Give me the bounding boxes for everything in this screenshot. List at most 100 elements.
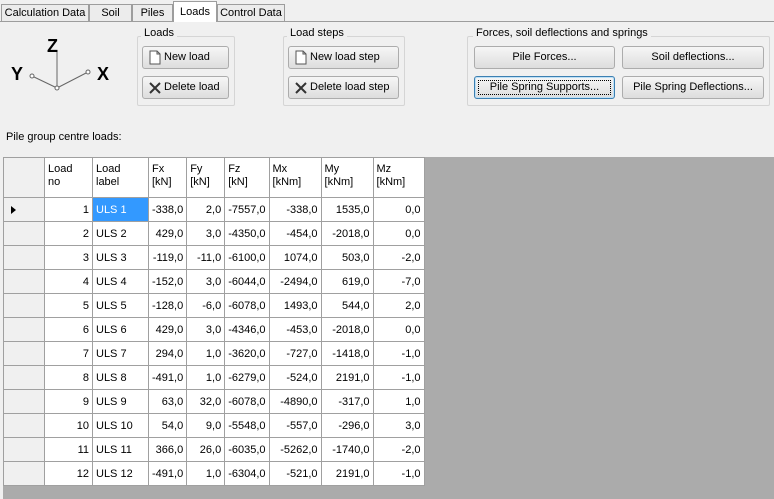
- grid-cell[interactable]: -7557,0: [224, 197, 270, 222]
- grid-cell[interactable]: -6035,0: [224, 437, 270, 462]
- table-row[interactable]: 10 ULS 10 54,0 9,0 -5548,0 -557,0 -296,0 3,0: [3, 413, 425, 438]
- table-row[interactable]: 5 ULS 5 -128,0 -6,0 -6078,0 1493,0 544,0 2,0: [3, 293, 425, 318]
- row-header[interactable]: [3, 389, 45, 414]
- grid-cell[interactable]: -119,0: [147, 245, 188, 270]
- column-header[interactable]: Load no: [44, 157, 93, 198]
- grid-cell[interactable]: ULS 3: [92, 245, 149, 270]
- grid-cell[interactable]: ULS 10: [92, 413, 149, 438]
- grid-cell[interactable]: 3,0: [372, 413, 425, 438]
- grid-cell[interactable]: 3,0: [186, 221, 226, 246]
- grid-cell[interactable]: 63,0: [147, 389, 188, 414]
- grid-cell[interactable]: 1: [44, 197, 93, 222]
- new-load-step-button[interactable]: New load step: [288, 46, 399, 69]
- grid-cell[interactable]: -454,0: [268, 221, 322, 246]
- grid-cell[interactable]: ULS 6: [92, 317, 149, 342]
- grid-cell[interactable]: 3,0: [186, 269, 226, 294]
- grid-cell[interactable]: -453,0: [268, 317, 322, 342]
- grid-cell[interactable]: 1535,0: [320, 197, 374, 222]
- grid-cell[interactable]: -1740,0: [320, 437, 374, 462]
- grid-cell[interactable]: 2191,0: [320, 461, 374, 486]
- grid-cell[interactable]: 619,0: [320, 269, 374, 294]
- grid-cell[interactable]: -338,0: [268, 197, 322, 222]
- grid-cell[interactable]: ULS 1: [92, 197, 149, 222]
- table-row[interactable]: 9 ULS 9 63,0 32,0 -6078,0 -4890,0 -317,0 1,0: [3, 389, 425, 414]
- grid-cell[interactable]: -11,0: [186, 245, 226, 270]
- column-header[interactable]: Mz [kNm]: [372, 157, 425, 198]
- grid-cell[interactable]: 10: [44, 413, 93, 438]
- row-header[interactable]: [3, 269, 45, 294]
- grid-cell[interactable]: -2,0: [372, 245, 425, 270]
- grid-cell[interactable]: 4: [44, 269, 93, 294]
- grid-cell[interactable]: -727,0: [268, 341, 322, 366]
- grid-cell[interactable]: 7: [44, 341, 93, 366]
- pile-forces-button[interactable]: Pile Forces...: [474, 46, 615, 69]
- grid-cell[interactable]: -128,0: [147, 293, 188, 318]
- table-row[interactable]: 4 ULS 4 -152,0 3,0 -6044,0 -2494,0 619,0 -7,0: [3, 269, 425, 294]
- grid-cell[interactable]: 5: [44, 293, 93, 318]
- column-header[interactable]: Fx [kN]: [147, 157, 188, 198]
- grid-cell[interactable]: 26,0: [186, 437, 226, 462]
- grid-cell[interactable]: -491,0: [147, 365, 188, 390]
- tab-calculation-data[interactable]: Calculation Data: [1, 4, 89, 21]
- grid-cell[interactable]: -6100,0: [224, 245, 270, 270]
- table-row[interactable]: 12 ULS 12 -491,0 1,0 -6304,0 -521,0 2191,0 -1,0: [3, 461, 425, 486]
- grid-cell[interactable]: -491,0: [147, 461, 188, 486]
- pile-spring-deflections-button[interactable]: Pile Spring Deflections...: [622, 76, 764, 99]
- grid-cell[interactable]: -6,0: [186, 293, 226, 318]
- grid-cell[interactable]: ULS 7: [92, 341, 149, 366]
- row-header[interactable]: [3, 365, 45, 390]
- row-header[interactable]: [3, 245, 45, 270]
- grid-cell[interactable]: 0,0: [372, 197, 425, 222]
- grid-cell[interactable]: -6078,0: [224, 293, 270, 318]
- loads-grid[interactable]: Load no Load label Fx [kN] Fy [kN] Fz [kN] Mx…: [3, 157, 425, 486]
- grid-cell[interactable]: -6304,0: [224, 461, 270, 486]
- row-header[interactable]: [3, 341, 45, 366]
- column-header[interactable]: Fz [kN]: [224, 157, 270, 198]
- delete-load-button[interactable]: Delete load: [142, 76, 229, 99]
- grid-cell[interactable]: 1,0: [372, 389, 425, 414]
- grid-cell[interactable]: -557,0: [268, 413, 322, 438]
- grid-cell[interactable]: -2,0: [372, 437, 425, 462]
- grid-cell[interactable]: -6044,0: [224, 269, 270, 294]
- grid-cell[interactable]: 0,0: [372, 317, 425, 342]
- grid-cell[interactable]: -3620,0: [224, 341, 270, 366]
- grid-cell[interactable]: -6078,0: [224, 389, 270, 414]
- tab-piles[interactable]: Piles: [132, 4, 173, 21]
- grid-cell[interactable]: 1,0: [186, 365, 226, 390]
- grid-cell[interactable]: -524,0: [268, 365, 322, 390]
- grid-cell[interactable]: -1,0: [372, 365, 425, 390]
- grid-cell[interactable]: -2018,0: [320, 317, 374, 342]
- grid-cell[interactable]: 429,0: [147, 221, 188, 246]
- column-header[interactable]: Mx [kNm]: [268, 157, 322, 198]
- grid-cell[interactable]: -4346,0: [224, 317, 270, 342]
- grid-cell[interactable]: 8: [44, 365, 93, 390]
- table-row[interactable]: 2 ULS 2 429,0 3,0 -4350,0 -454,0 -2018,0 0,0: [3, 221, 425, 246]
- tab-control-data[interactable]: Control Data: [217, 4, 285, 21]
- grid-cell[interactable]: 2191,0: [320, 365, 374, 390]
- grid-cell[interactable]: 54,0: [147, 413, 188, 438]
- grid-cell[interactable]: 3: [44, 245, 93, 270]
- grid-cell[interactable]: -338,0: [147, 197, 188, 222]
- grid-cell[interactable]: ULS 12: [92, 461, 149, 486]
- grid-cell[interactable]: ULS 9: [92, 389, 149, 414]
- grid-cell[interactable]: 11: [44, 437, 93, 462]
- grid-cell[interactable]: -317,0: [320, 389, 374, 414]
- new-load-button[interactable]: New load: [142, 46, 229, 69]
- table-row[interactable]: 7 ULS 7 294,0 1,0 -3620,0 -727,0 -1418,0 -1,0: [3, 341, 425, 366]
- grid-cell[interactable]: 9: [44, 389, 93, 414]
- grid-cell[interactable]: 3,0: [186, 317, 226, 342]
- table-row[interactable]: 11 ULS 11 366,0 26,0 -6035,0 -5262,0 -1740,0 -2…: [3, 437, 425, 462]
- row-header[interactable]: [3, 413, 45, 438]
- pile-spring-supports-button[interactable]: Pile Spring Supports...: [474, 76, 615, 99]
- table-row[interactable]: 3 ULS 3 -119,0 -11,0 -6100,0 1074,0 503,0 -2,0: [3, 245, 425, 270]
- grid-cell[interactable]: 2: [44, 221, 93, 246]
- grid-cell[interactable]: ULS 5: [92, 293, 149, 318]
- grid-cell[interactable]: 1,0: [186, 461, 226, 486]
- grid-cell[interactable]: 9,0: [186, 413, 226, 438]
- grid-cell[interactable]: -6279,0: [224, 365, 270, 390]
- grid-cell[interactable]: -2018,0: [320, 221, 374, 246]
- row-header[interactable]: [3, 197, 45, 222]
- grid-cell[interactable]: -1,0: [372, 461, 425, 486]
- grid-cell[interactable]: 429,0: [147, 317, 188, 342]
- tab-loads[interactable]: Loads: [173, 1, 217, 22]
